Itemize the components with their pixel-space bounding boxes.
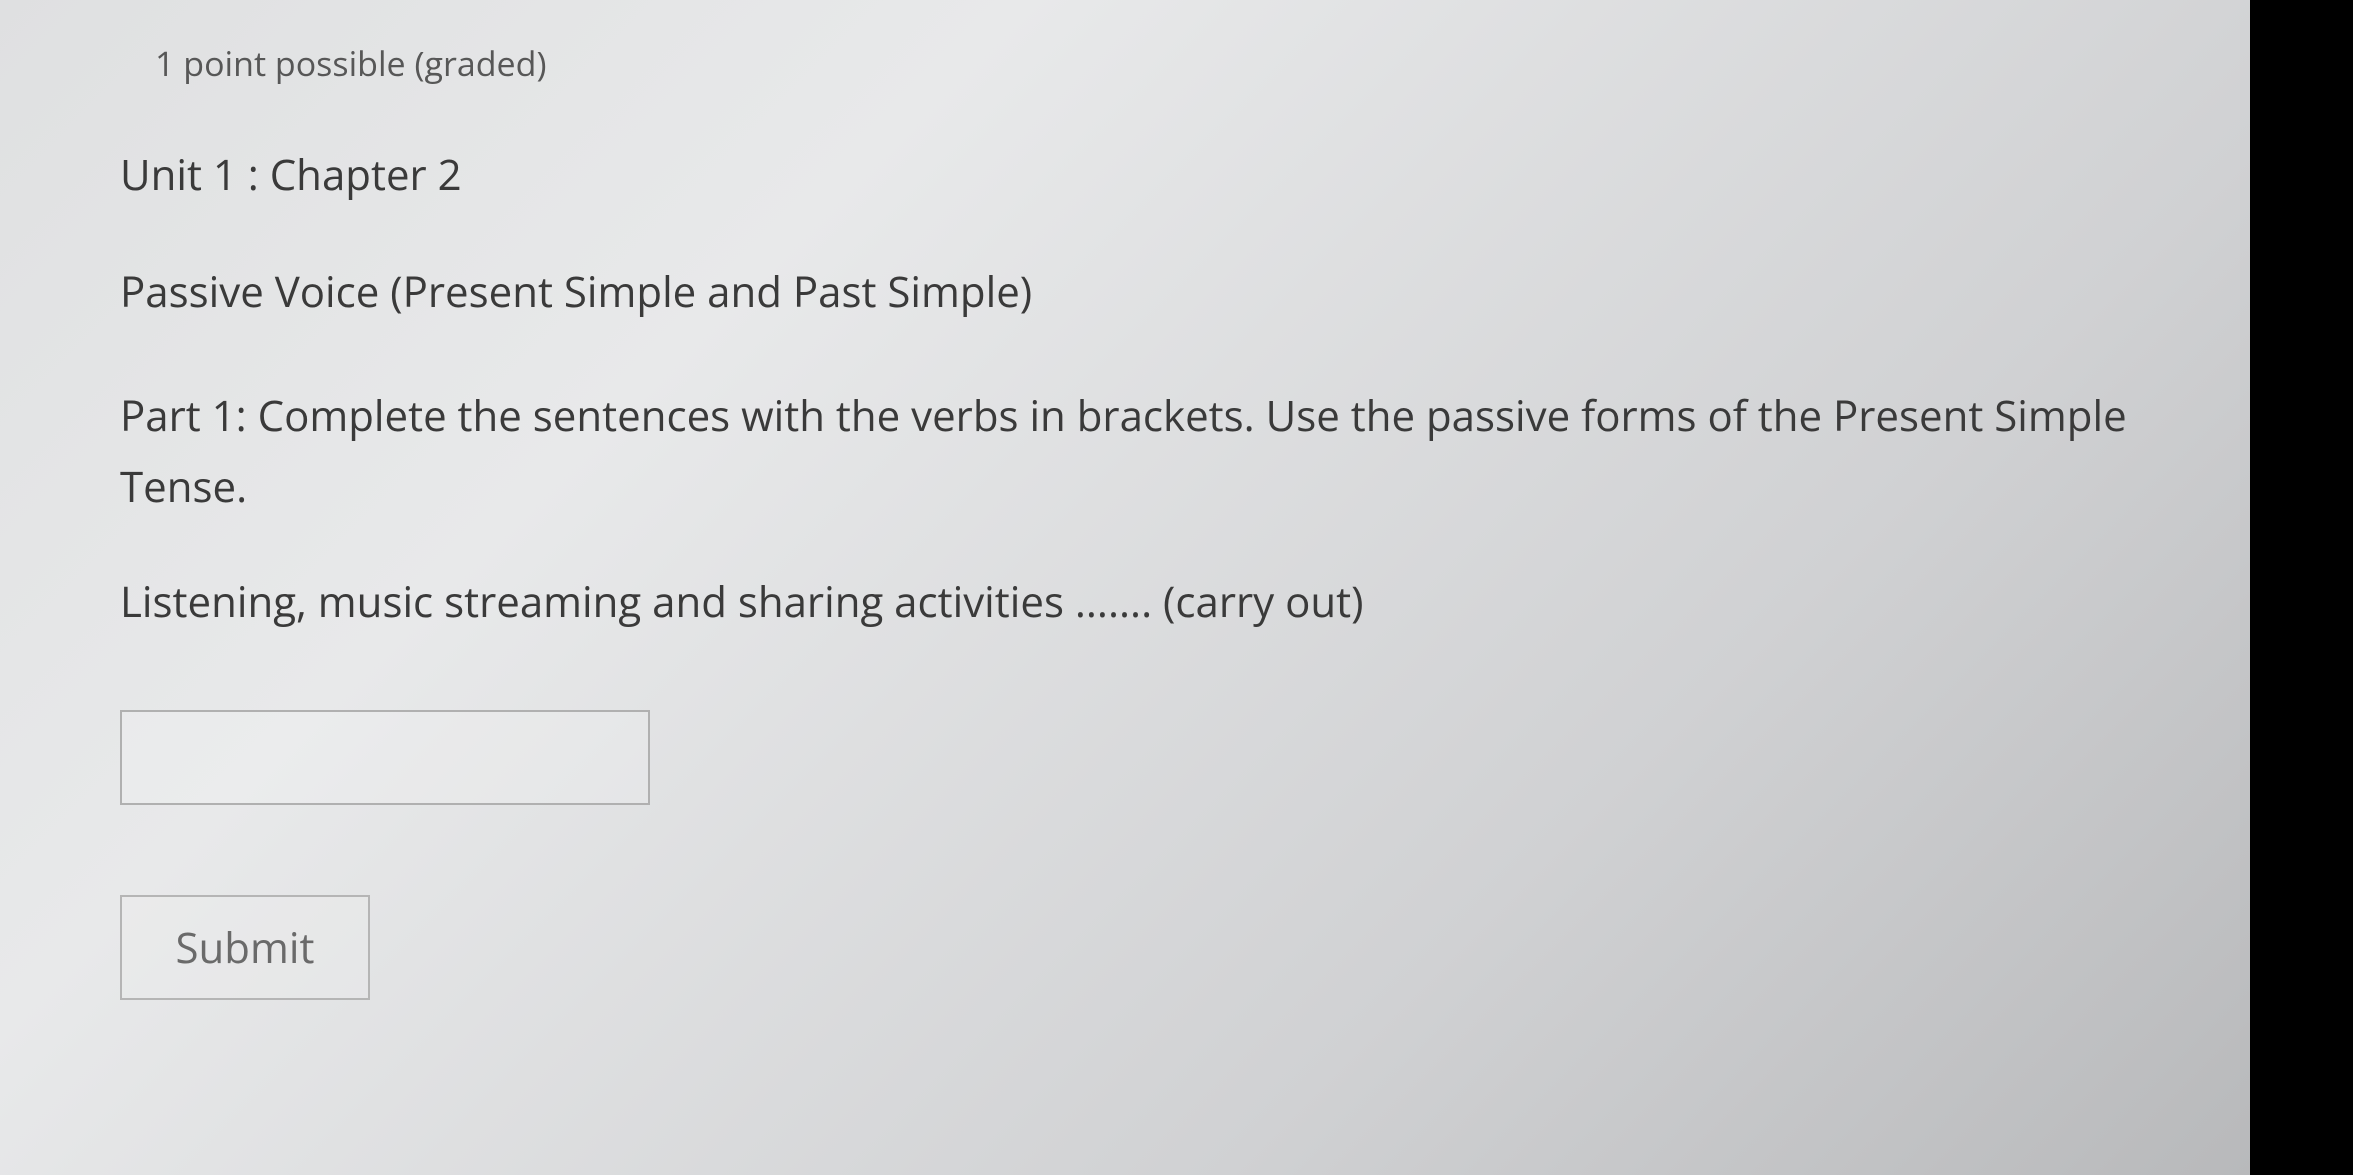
unit-chapter-title: Unit 1 : Chapter 2 <box>120 146 2150 203</box>
answer-input[interactable] <box>120 710 650 805</box>
submit-button[interactable]: Submit <box>120 895 370 1000</box>
grammar-topic-title: Passive Voice (Present Simple and Past S… <box>120 263 2150 320</box>
exercise-instructions: Part 1: Complete the sentences with the … <box>120 380 2150 523</box>
exercise-page: 1 point possible (graded) Unit 1 : Chapt… <box>0 0 2250 1175</box>
question-sentence: Listening, music streaming and sharing a… <box>120 573 2150 630</box>
points-possible-label: 1 point possible (graded) <box>155 40 2150 86</box>
